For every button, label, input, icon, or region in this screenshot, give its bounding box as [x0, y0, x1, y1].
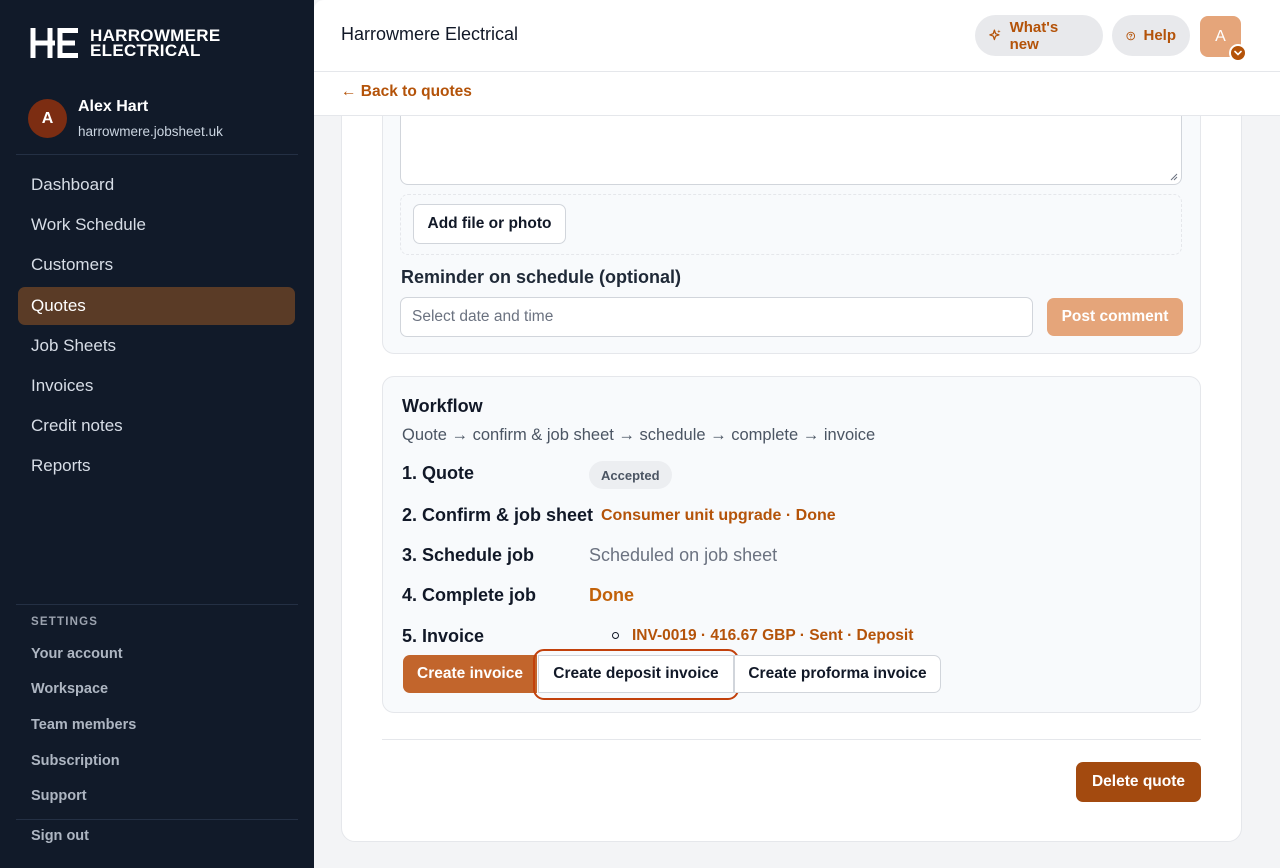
reminder-label: Reminder on schedule (optional) [401, 267, 682, 287]
step-confirm-label: 2. Confirm & job sheet [402, 505, 594, 525]
step-invoice-label: 5. Invoice [402, 626, 485, 646]
chevron-down-icon [1229, 44, 1247, 62]
step-complete-label: 4. Complete job [402, 585, 537, 605]
sidebar-item-quotes[interactable]: Quotes [18, 286, 295, 325]
help-label: Help [1143, 27, 1176, 44]
help-circle-icon [1126, 31, 1136, 40]
settings-item-team-members[interactable]: Team members [31, 707, 136, 743]
avatar: A [28, 99, 67, 138]
he-logo-icon [30, 28, 78, 58]
reminder-datetime-input[interactable]: Select date and time [400, 297, 1033, 337]
workflow-title: Workflow [402, 396, 483, 416]
comment-textarea[interactable] [400, 116, 1182, 185]
sidebar-divider [16, 604, 298, 605]
sign-out-link[interactable]: Sign out [31, 828, 89, 844]
sidebar-item-customers[interactable]: Customers [18, 246, 295, 284]
step-schedule-label: 3. Schedule job [402, 545, 535, 565]
page-title: Harrowmere Electrical [341, 24, 519, 44]
whats-new-button[interactable]: What's new [975, 15, 1103, 56]
sidebar-item-credit-notes[interactable]: Credit notes [18, 407, 295, 445]
sidebar-item-invoices[interactable]: Invoices [18, 367, 295, 405]
settings-item-workspace[interactable]: Workspace [31, 672, 136, 708]
complete-status: Done [589, 585, 634, 605]
sparkle-icon [989, 29, 1001, 41]
brand-name-line2: ELECTRICAL [90, 41, 201, 60]
settings-heading: SETTINGS [31, 616, 99, 628]
invoice-link[interactable]: INV-0019 · 416.67 GBP · Sent · Deposit [632, 627, 913, 645]
settings-item-subscription[interactable]: Subscription [31, 743, 136, 779]
whats-new-label: What's new [1009, 18, 1059, 53]
bullet-icon [612, 632, 619, 639]
create-deposit-invoice-button[interactable]: Create deposit invoice [538, 655, 734, 693]
brand-name: HARROWMERE ELECTRICAL [90, 27, 221, 60]
main-nav: Dashboard Work Schedule Customers Quotes Job… [18, 166, 295, 488]
sidebar-divider [16, 819, 298, 820]
job-sheet-link[interactable]: Consumer unit upgrade · Done [601, 507, 836, 525]
avatar-initial: A [1215, 27, 1226, 45]
step-quote-label: 1. Quote [402, 463, 475, 483]
main-area: Harrowmere Electrical What's new Help A [314, 0, 1280, 868]
workspace-domain: harrowmere.jobsheet.uk [78, 124, 223, 139]
resize-handle-icon[interactable] [1170, 173, 1178, 181]
schedule-status: Scheduled on job sheet [589, 545, 778, 565]
section-divider [382, 739, 1201, 740]
back-to-quotes-link[interactable]: ← Back to quotes [341, 83, 472, 101]
top-bar: Harrowmere Electrical What's new Help A [314, 0, 1280, 72]
settings-item-support[interactable]: Support [31, 778, 136, 814]
account-menu-avatar[interactable]: A [1200, 16, 1247, 62]
add-file-button[interactable]: Add file or photo [413, 204, 566, 244]
post-comment-button[interactable]: Post comment [1047, 298, 1183, 336]
sub-header: ← Back to quotes [314, 72, 1280, 116]
create-invoice-button[interactable]: Create invoice [403, 655, 537, 693]
sidebar-divider [16, 154, 298, 155]
sidebar-item-work-schedule[interactable]: Work Schedule [18, 206, 295, 244]
create-proforma-invoice-button[interactable]: Create proforma invoice [734, 655, 941, 693]
status-badge: Accepted [589, 461, 672, 489]
sidebar-item-job-sheets[interactable]: Job Sheets [18, 327, 295, 365]
user-profile[interactable]: A Alex Hart harrowmere.jobsheet.uk [28, 98, 223, 139]
sidebar-item-reports[interactable]: Reports [18, 447, 295, 485]
delete-quote-button[interactable]: Delete quote [1076, 762, 1201, 802]
settings-item-your-account[interactable]: Your account [31, 636, 136, 672]
help-button[interactable]: Help [1112, 15, 1190, 56]
settings-menu: Your account Workspace Team members Subscri… [31, 636, 136, 814]
workflow-subtitle: Quote → confirm & job sheet → schedule →… [402, 426, 876, 444]
sidebar: HARROWMERE ELECTRICAL A Alex Hart harrow… [0, 0, 314, 868]
user-name: Alex Hart [78, 98, 149, 115]
brand-logo[interactable]: HARROWMERE ELECTRICAL [30, 27, 221, 60]
sidebar-item-dashboard[interactable]: Dashboard [18, 166, 295, 204]
